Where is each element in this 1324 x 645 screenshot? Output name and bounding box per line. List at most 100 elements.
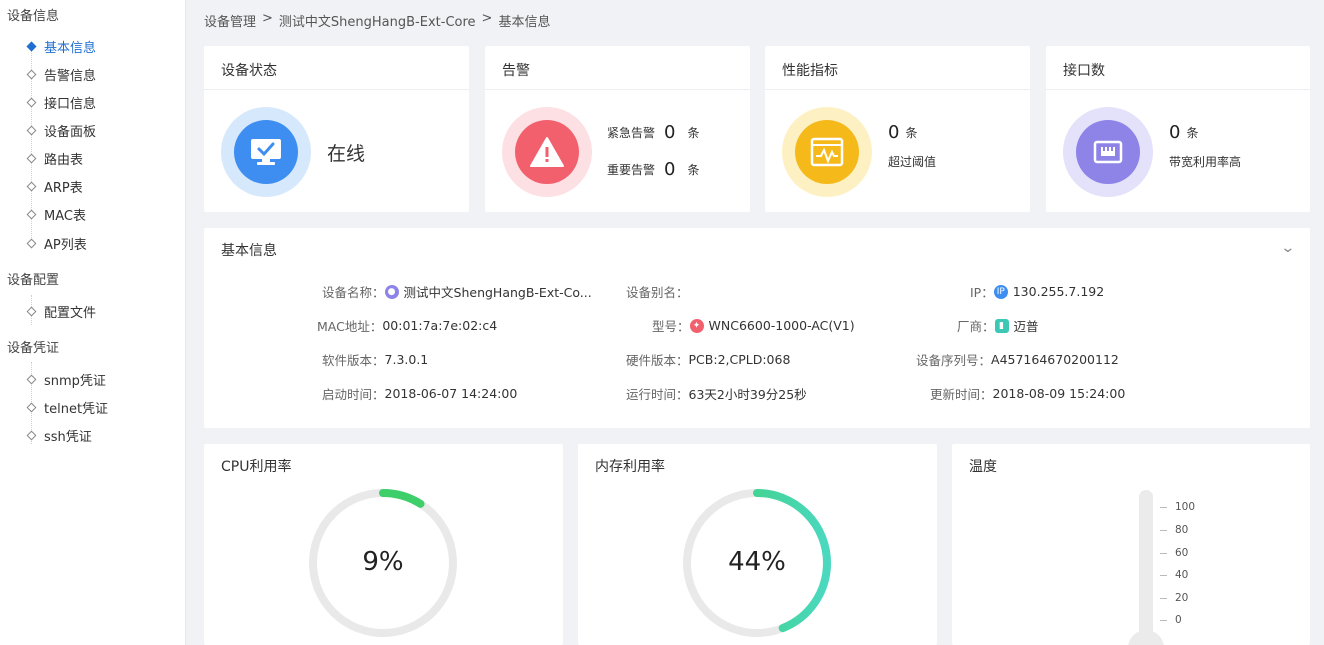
ip-row: IP： IP 130.255.7.192	[970, 282, 1104, 301]
diamond-icon	[26, 69, 37, 79]
breadcrumb-separator: >	[481, 11, 493, 26]
temp-tick: 40	[1160, 569, 1188, 581]
vendor-row: 厂商： ▮ 迈普	[957, 316, 1039, 335]
urgent-alarm-row[interactable]: 紧急告警 0 条	[607, 122, 699, 143]
model-icon: ✦	[689, 318, 704, 333]
perf-count: 0	[888, 122, 900, 143]
unit-label: 条	[905, 126, 918, 140]
unit-label: 条	[1186, 126, 1199, 140]
active-diamond-icon	[26, 41, 37, 51]
sidebar-item-config-file[interactable]: 配置文件	[26, 300, 96, 322]
thermometer-tube	[1139, 490, 1153, 645]
breadcrumb-separator: >	[262, 11, 273, 26]
sidebar-item-telnet-credential[interactable]: telnet凭证	[26, 396, 109, 418]
sidebar-item-basic-info[interactable]: 基本信息	[26, 35, 96, 57]
tick-label: 80	[1175, 524, 1189, 536]
port-count-row[interactable]: 0 条	[1169, 122, 1198, 143]
diamond-icon	[26, 402, 37, 412]
tick-label: 20	[1175, 592, 1189, 604]
update-time-row: 更新时间： 2018-08-09 15:24:00	[930, 384, 1125, 403]
sidebar-item-mac-table[interactable]: MAC表	[26, 203, 86, 225]
memory-usage-value: 44%	[728, 547, 786, 577]
status-value: 在线	[327, 143, 366, 165]
sidebar-item-label: MAC表	[44, 208, 86, 224]
vendor-icon: ▮	[994, 318, 1009, 333]
mac-value: 00:01:7a:7e:02:c4	[382, 318, 498, 333]
field-label: MAC地址：	[317, 319, 383, 334]
sidebar-item-label: 接口信息	[44, 96, 97, 112]
field-label: 软件版本：	[322, 353, 385, 368]
diamond-icon	[26, 181, 37, 191]
perf-count-row[interactable]: 0 条	[888, 122, 917, 143]
boot-time-value: 2018-06-07 14:24:00	[384, 386, 518, 401]
device-name-row: 设备名称： ● 测试中文ShengHangB-Ext-Co...	[322, 282, 592, 301]
boot-time-row: 启动时间： 2018-06-07 14:24:00	[322, 384, 517, 403]
major-alarm-label: 重要告警	[607, 163, 656, 177]
urgent-alarm-count: 0	[664, 122, 676, 143]
diamond-icon	[26, 238, 37, 248]
warning-icon	[515, 120, 579, 184]
vendor-value: 迈普	[1013, 319, 1039, 334]
sidebar-item-snmp-credential[interactable]: snmp凭证	[26, 368, 106, 390]
monitor-check-icon	[234, 120, 298, 184]
serial-number-value: A457164670200112	[991, 352, 1119, 367]
ip-icon: IP	[993, 284, 1008, 299]
sidebar-item-label: 路由表	[44, 152, 84, 168]
card-title: 温度	[969, 459, 997, 475]
diamond-icon	[26, 209, 37, 219]
temp-tick: 20	[1160, 592, 1188, 604]
uptime-row: 运行时间： 63天2小时39分25秒	[626, 384, 807, 403]
divider	[204, 89, 469, 90]
divider	[765, 89, 1030, 90]
sidebar-item-ap-list[interactable]: AP列表	[26, 232, 87, 254]
temperature-card: 温度 100 80 60 40 20 0	[952, 444, 1310, 645]
card-title: CPU利用率	[221, 459, 292, 475]
device-alias-row: 设备别名：	[626, 282, 689, 301]
ip-value: 130.255.7.192	[1012, 284, 1105, 299]
chevron-down-icon[interactable]: ⌄	[1281, 240, 1296, 256]
sidebar-item-label: ARP表	[44, 180, 83, 196]
card-title: 接口数	[1063, 63, 1105, 79]
mac-row: MAC地址： 00:01:7a:7e:02:c4	[317, 316, 497, 335]
diamond-icon	[26, 374, 37, 384]
software-version-value: 7.3.0.1	[384, 352, 429, 367]
field-label: IP：	[970, 285, 994, 300]
sidebar-item-arp-table[interactable]: ARP表	[26, 175, 83, 197]
thermometer-bulb	[1128, 630, 1164, 645]
diamond-icon	[26, 97, 37, 107]
urgent-alarm-label: 紧急告警	[607, 126, 656, 140]
card-title: 性能指标	[782, 63, 838, 79]
port-count: 0	[1169, 122, 1181, 143]
sidebar: 设备信息 基本信息 告警信息 接口信息 设备面板 路由表 ARP表 MAC表 A…	[0, 0, 186, 645]
sidebar-item-interface-info[interactable]: 接口信息	[26, 91, 97, 113]
breadcrumb-device-management[interactable]: 设备管理	[204, 11, 256, 30]
diamond-icon	[26, 125, 37, 135]
divider	[485, 89, 750, 90]
basic-info-card: 基本信息 ⌄ 设备名称： ● 测试中文ShengHangB-Ext-Co... …	[204, 228, 1310, 428]
performance-icon-halo	[782, 107, 872, 197]
field-label: 设备别名：	[626, 285, 689, 300]
sidebar-item-label: telnet凭证	[44, 401, 109, 417]
major-alarm-row[interactable]: 重要告警 0 条	[607, 159, 699, 180]
sidebar-item-alarm-info[interactable]: 告警信息	[26, 63, 96, 85]
interface-count-card: 接口数 0 条 带宽利用率高	[1046, 46, 1310, 212]
software-version-row: 软件版本： 7.3.0.1	[322, 350, 428, 369]
breadcrumb-device[interactable]: 测试中文ShengHangB-Ext-Core	[279, 11, 476, 30]
diamond-icon	[26, 153, 37, 163]
tick-label: 40	[1175, 569, 1189, 581]
card-title: 基本信息	[221, 243, 277, 259]
device-type-icon: ●	[384, 284, 399, 299]
ethernet-port-icon	[1076, 120, 1140, 184]
model-value: WNC6600-1000-AC(V1)	[708, 318, 855, 333]
field-label: 型号：	[652, 319, 690, 334]
field-label: 运行时间：	[626, 387, 689, 402]
tick-label: 0	[1175, 614, 1182, 626]
sidebar-item-device-panel[interactable]: 设备面板	[26, 119, 96, 141]
temp-tick: 100	[1160, 501, 1195, 513]
alarm-card: 告警 紧急告警 0 条 重要告警 0 条	[485, 46, 750, 212]
sidebar-item-route-table[interactable]: 路由表	[26, 147, 84, 169]
model-row: 型号： ✦ WNC6600-1000-AC(V1)	[652, 316, 855, 335]
sidebar-item-ssh-credential[interactable]: ssh凭证	[26, 424, 92, 446]
group-title-device-config: 设备配置	[7, 273, 60, 288]
breadcrumb: 设备管理 > 测试中文ShengHangB-Ext-Core > 基本信息	[204, 11, 550, 30]
